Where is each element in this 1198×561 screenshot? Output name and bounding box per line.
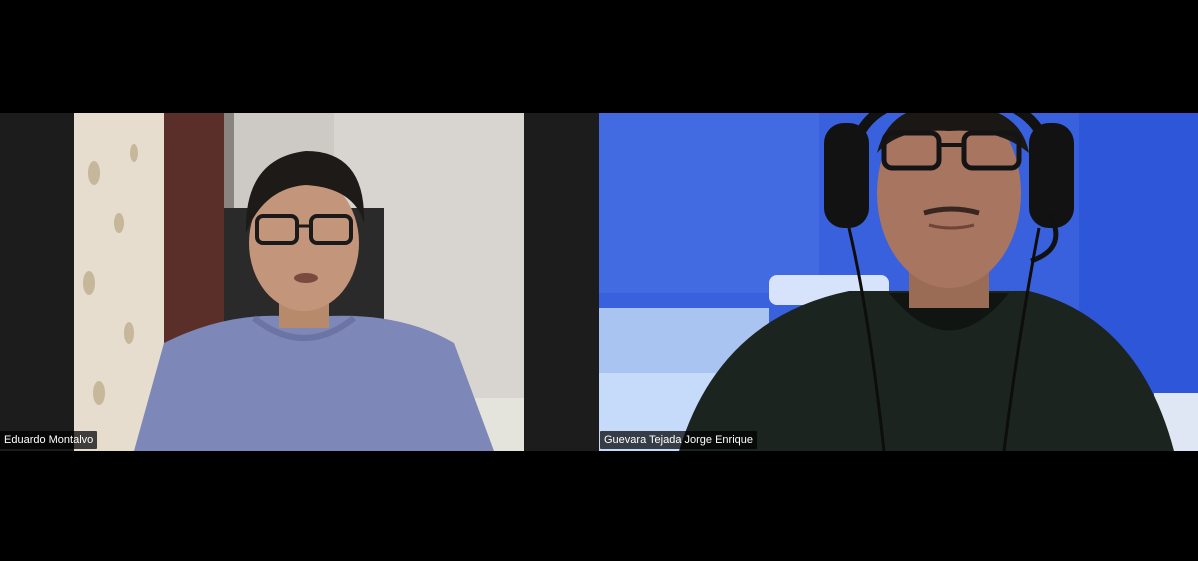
participant-name-label: Guevara Tejada Jorge Enrique	[600, 431, 758, 449]
participant-tile-1[interactable]: Eduardo Montalvo	[0, 113, 599, 451]
participant-video-1	[74, 113, 524, 451]
participant-tile-2[interactable]: Guevara Tejada Jorge Enrique	[599, 113, 1198, 451]
participant-name-label: Eduardo Montalvo	[0, 431, 98, 449]
video-frame-1	[74, 113, 524, 451]
participant-video-2	[599, 113, 1198, 451]
video-frame-2	[599, 113, 1198, 451]
